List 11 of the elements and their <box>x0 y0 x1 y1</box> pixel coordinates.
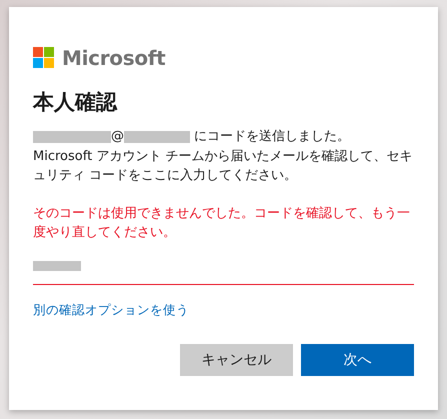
redacted-block <box>124 130 190 143</box>
at-sign: @ <box>111 128 124 146</box>
microsoft-logo-icon <box>33 47 54 68</box>
sent-notice: にコードを送信しました。 <box>194 128 350 146</box>
page-title: 本人確認 <box>33 90 118 116</box>
brand-name: Microsoft <box>62 48 166 68</box>
error-message: そのコードは使用できませんでした。コードを確認して、もう一度やり直してください。 <box>33 204 411 242</box>
instructions-text: Microsoft アカウント チームから届いたメールを確認して、セキュリティ コードをここに入力してください。 <box>33 148 414 186</box>
cancel-button[interactable]: キャンセル <box>180 344 293 376</box>
other-option-link[interactable]: 別の確認オプションを使う <box>33 302 189 317</box>
next-button[interactable]: 次へ <box>301 344 414 376</box>
